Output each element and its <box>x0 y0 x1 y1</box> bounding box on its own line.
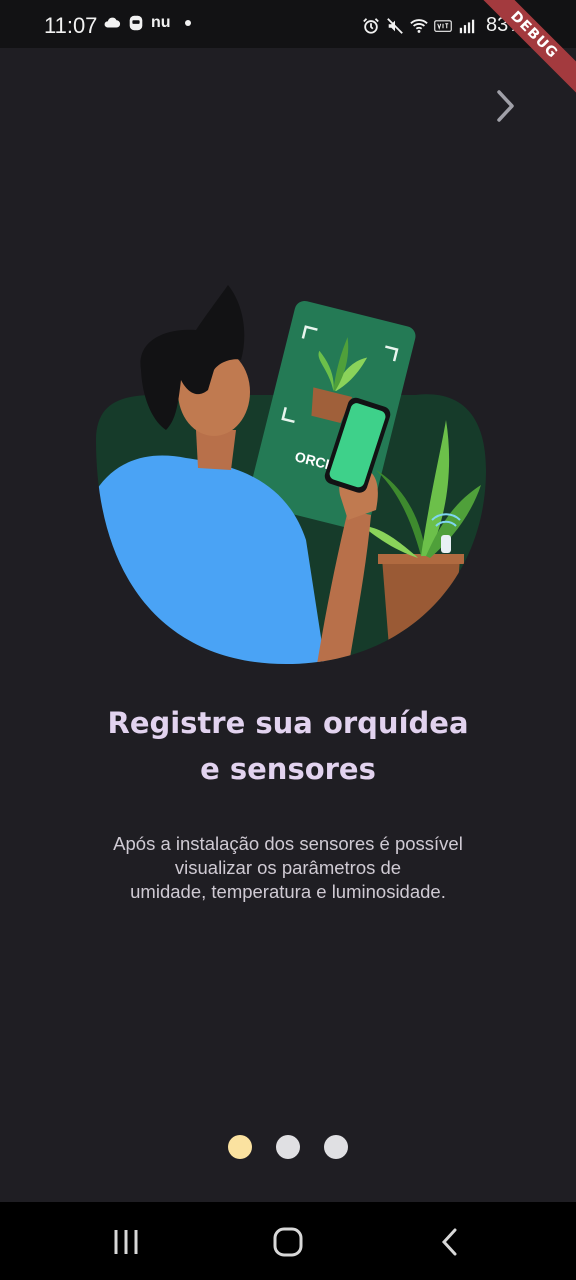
wifi-icon <box>410 18 428 33</box>
onboarding-title: Registre sua orquídea e sensores <box>0 700 576 792</box>
page-dot-3[interactable] <box>324 1135 348 1159</box>
chevron-right-icon <box>497 90 514 122</box>
title-line-2: e sensores <box>200 752 376 786</box>
back-button[interactable] <box>430 1226 470 1258</box>
status-time: 11:07 <box>44 13 98 38</box>
status-carrier: nu <box>151 14 171 31</box>
volte-icon <box>434 19 452 32</box>
face-id-icon <box>129 15 143 31</box>
description-line-1: Após a instalação dos sensores é possíve… <box>113 833 463 854</box>
cloud-icon <box>104 17 121 28</box>
description-line-2: visualizar os parâmetros de <box>174 857 402 878</box>
page-dot-1[interactable] <box>228 1135 252 1159</box>
signal-icon <box>459 19 475 33</box>
description-line-3: umidade, temperatura e luminosidade. <box>130 881 446 902</box>
page-dot-2[interactable] <box>276 1135 300 1159</box>
mute-icon <box>387 17 403 34</box>
next-button[interactable] <box>488 88 524 124</box>
title-line-1: Registre sua orquídea <box>107 706 469 740</box>
page-indicator <box>228 1135 348 1159</box>
onboarding-illustration: ORCHID <box>96 285 486 664</box>
home-button[interactable] <box>268 1226 308 1258</box>
alarm-icon <box>363 17 379 34</box>
system-nav-bar <box>0 1202 576 1280</box>
onboarding-description: Após a instalação dos sensores é possíve… <box>60 832 516 904</box>
recents-button[interactable] <box>106 1226 146 1258</box>
recents-icon <box>114 1230 138 1254</box>
home-icon <box>273 1227 303 1257</box>
status-bar: 11:07 nu 83% DEBUG <box>0 0 576 100</box>
back-icon <box>441 1228 457 1256</box>
status-left-icons: nu <box>103 14 191 32</box>
notification-dot <box>184 20 191 26</box>
